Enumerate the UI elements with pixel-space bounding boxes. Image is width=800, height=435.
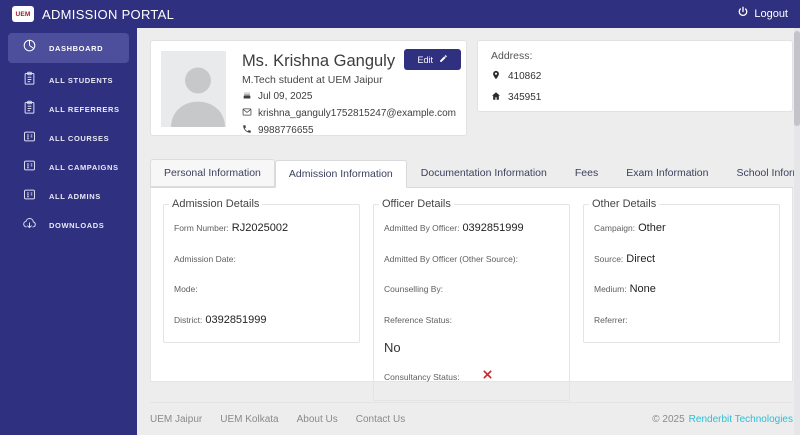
- dob-line: Jul 09, 2025: [242, 90, 456, 103]
- app-header: UEM ADMISSION PORTAL Logout: [0, 0, 800, 28]
- tab-school-information[interactable]: School Information: [723, 159, 800, 187]
- id-card-icon: [22, 129, 37, 149]
- tab-bar: Personal Information Admission Informati…: [150, 159, 800, 188]
- phone-icon: [242, 124, 252, 137]
- detail-row: District: 0392851999: [174, 313, 267, 326]
- officer-details-box: Officer Details Admitted By Officer: 0392…: [373, 198, 570, 401]
- edit-label: Edit: [417, 54, 433, 65]
- id-card-icon: [22, 187, 37, 207]
- detail-row: Admitted By Officer (Other Source):: [384, 253, 518, 264]
- sidebar-item-all-admins[interactable]: ALL ADMINS: [8, 182, 129, 211]
- sidebar-item-dashboard[interactable]: DASHBOARD: [8, 33, 129, 63]
- power-icon: [737, 5, 749, 23]
- app-title: ADMISSION PORTAL: [42, 6, 175, 22]
- sidebar-item-label: ALL ADMINS: [49, 192, 101, 201]
- logout-button[interactable]: Logout: [737, 5, 788, 23]
- footer-link-uem-jaipur[interactable]: UEM Jaipur: [150, 414, 202, 425]
- detail-row: Mode:: [174, 284, 198, 294]
- sidebar-item-all-campaigns[interactable]: ALL CAMPAIGNS: [8, 153, 129, 182]
- address-home-value: 345951: [508, 92, 542, 103]
- address-pin-value: 410862: [508, 71, 542, 82]
- address-home-line: 345951: [491, 91, 779, 104]
- vertical-scrollbar[interactable]: [794, 28, 800, 435]
- uem-logo: UEM: [12, 6, 34, 22]
- email-value: krishna_ganguly1752815247@example.com: [257, 108, 456, 119]
- cake-icon: [242, 90, 252, 103]
- detail-row: Source: Direct: [594, 252, 656, 265]
- tab-admission-information[interactable]: Admission Information: [274, 160, 407, 188]
- tab-personal-information[interactable]: Personal Information: [150, 159, 275, 187]
- detail-row: Referrer:: [594, 314, 628, 325]
- footer-link-about-us[interactable]: About Us: [297, 414, 338, 425]
- avatar: [161, 51, 226, 127]
- address-card: Address: 410862 345951: [477, 40, 793, 112]
- tab-exam-information[interactable]: Exam Information: [612, 159, 722, 187]
- sidebar: DASHBOARD ALL STUDENTS ALL REFERRERS ALL…: [0, 28, 137, 435]
- profile-card: Ms. Krishna Ganguly ♀ M.Tech student at …: [150, 40, 467, 136]
- cloud-download-icon: [22, 216, 37, 236]
- admission-information-panel: Admission Details Form Number: RJ2025002 …: [150, 188, 793, 401]
- address-pin-line: 410862: [491, 70, 779, 83]
- detail-row: Reference Status:: [384, 314, 453, 325]
- clipboard-icon: [22, 100, 37, 120]
- detail-row: Campaign: Other: [594, 222, 666, 234]
- other-details-box: Other Details Campaign: Other Source: Dire…: [583, 198, 780, 343]
- box-title: Other Details: [589, 198, 660, 210]
- reference-status-value: No: [384, 340, 401, 355]
- email-line: krishna_ganguly1752815247@example.com: [242, 107, 456, 120]
- sidebar-item-all-courses[interactable]: ALL COURSES: [8, 124, 129, 153]
- detail-row: Form Number: RJ2025002: [174, 222, 289, 234]
- sidebar-item-all-students[interactable]: ALL STUDENTS: [8, 66, 129, 95]
- pie-chart-icon: [22, 38, 37, 58]
- scrollbar-thumb[interactable]: [794, 31, 800, 126]
- box-title: Admission Details: [169, 198, 263, 210]
- sidebar-item-label: ALL REFERRERS: [49, 105, 120, 114]
- home-icon: [491, 91, 501, 104]
- sidebar-item-label: DOWNLOADS: [49, 221, 105, 230]
- address-title: Address:: [491, 50, 533, 62]
- sidebar-item-label: DASHBOARD: [49, 43, 104, 53]
- envelope-icon: [242, 107, 252, 120]
- location-pin-icon: [491, 70, 501, 83]
- phone-line: 9988776655: [242, 124, 456, 137]
- tab-fees[interactable]: Fees: [561, 159, 612, 187]
- logout-label: Logout: [754, 8, 788, 20]
- edit-button[interactable]: Edit: [404, 49, 461, 70]
- detail-row: Admission Date:: [174, 253, 236, 264]
- footer-link-uem-kolkata[interactable]: UEM Kolkata: [220, 414, 278, 425]
- main-content: Ms. Krishna Ganguly ♀ M.Tech student at …: [137, 28, 800, 435]
- student-name: Ms. Krishna Ganguly: [241, 52, 396, 70]
- student-subtitle: M.Tech student at UEM Jaipur: [241, 74, 383, 86]
- tab-documentation-information[interactable]: Documentation Information: [407, 159, 561, 187]
- detail-row: Medium: None: [594, 283, 656, 295]
- dob-value: Jul 09, 2025: [257, 91, 313, 102]
- box-title: Officer Details: [379, 198, 454, 210]
- sidebar-item-all-referrers[interactable]: ALL REFERRERS: [8, 95, 129, 124]
- red-cross-icon: [482, 367, 493, 384]
- phone-value: 9988776655: [257, 125, 314, 136]
- footer-link-renderbit[interactable]: Renderbit Technologies: [689, 414, 793, 425]
- detail-row: Consultancy Status:: [384, 367, 559, 385]
- clipboard-icon: [22, 71, 37, 91]
- detail-row: Counselling By:: [384, 284, 444, 294]
- pencil-icon: [439, 54, 448, 65]
- detail-row: Admitted By Officer: 0392851999: [384, 222, 524, 234]
- sidebar-item-label: ALL STUDENTS: [49, 76, 114, 85]
- copyright-text: © 2025: [652, 413, 685, 425]
- sidebar-item-label: ALL CAMPAIGNS: [49, 163, 119, 172]
- footer-link-contact-us[interactable]: Contact Us: [356, 414, 405, 425]
- id-card-icon: [22, 158, 37, 178]
- sidebar-item-downloads[interactable]: DOWNLOADS: [8, 211, 129, 240]
- footer: UEM Jaipur UEM Kolkata About Us Contact …: [150, 402, 793, 435]
- admission-details-box: Admission Details Form Number: RJ2025002 …: [163, 198, 360, 343]
- sidebar-item-label: ALL COURSES: [49, 134, 110, 143]
